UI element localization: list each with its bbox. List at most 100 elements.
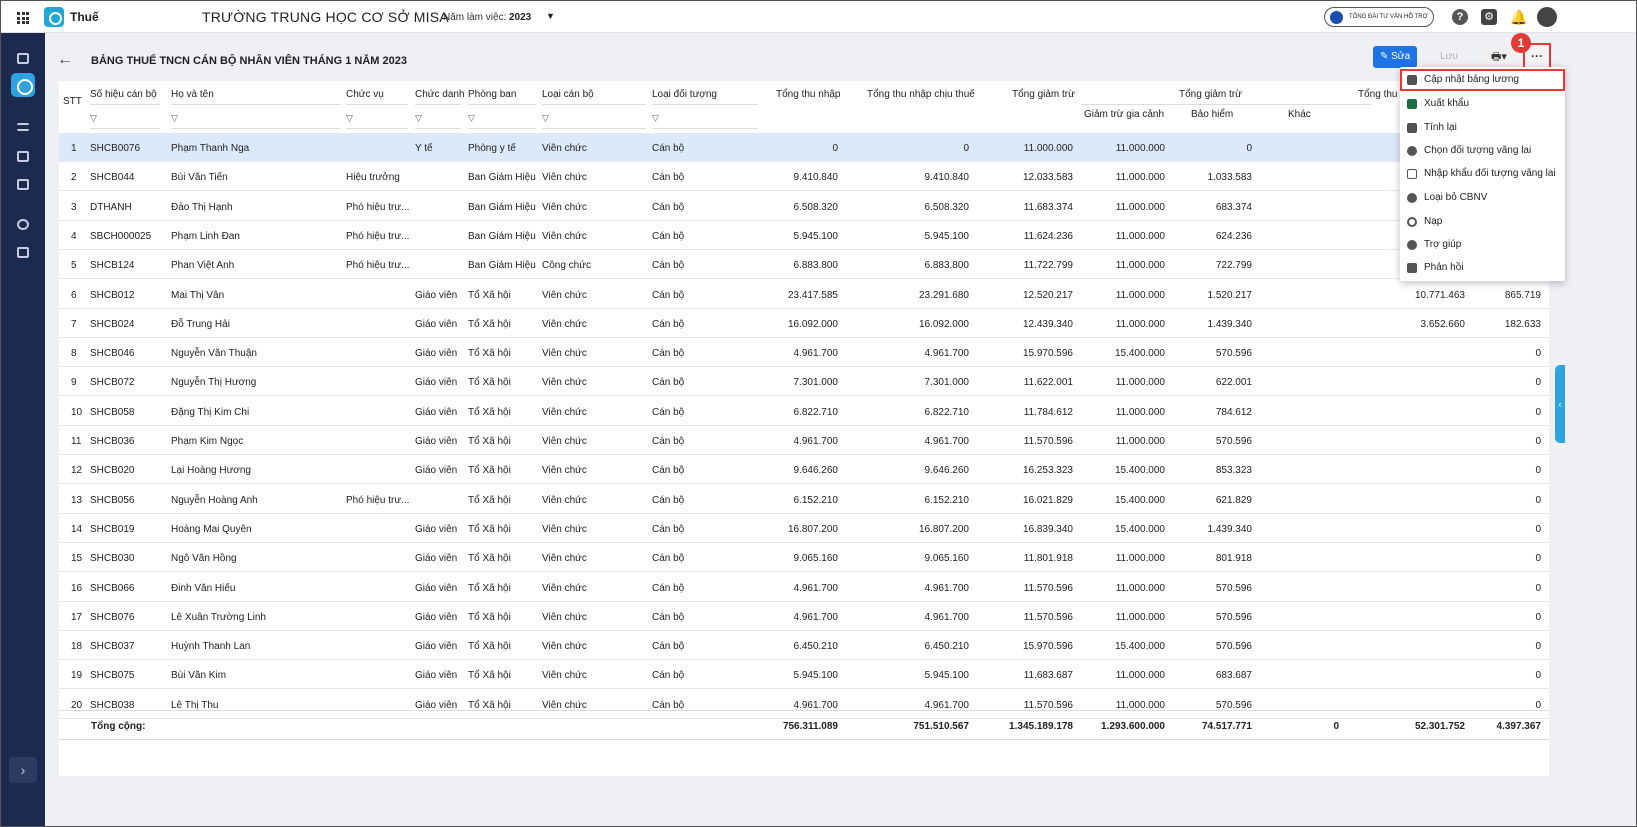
menu-item-update-payroll[interactable]: Cập nhật bảng lương [1400,69,1565,91]
calculator-icon [1407,123,1417,133]
cell-deduct: 11.622.001 [1023,377,1073,389]
expand-nav-button[interactable]: › [9,757,37,783]
cell-obj: Cán bộ [652,494,685,506]
table-row[interactable]: 10 SHCB058 Đặng Thị Kim Chi Giáo viên Tổ Xã … [59,397,1549,426]
filter-icon[interactable]: ▽ [415,113,422,124]
table-row[interactable]: 9 SHCB072 Nguyễn Thị Hương Giáo viên Tổ Xã h… [59,367,1549,397]
menu-label: Nạp [1424,216,1443,227]
import-icon [1407,169,1417,179]
header-other[interactable]: Khác [1288,109,1311,120]
totals-row: Tổng cộng: 756.311.089 751.510.567 1.345… [59,710,1549,740]
cube-icon[interactable] [17,247,29,258]
menu-item-select-casual[interactable]: Chọn đối tượng vãng lai [1400,140,1565,162]
cell-obj: Cán bộ [652,553,685,565]
table-row[interactable]: 19 SHCB075 Bùi Văn Kim Giáo viên Tổ Xã hội Vi… [59,660,1549,690]
filter-icon[interactable]: ▽ [171,113,178,124]
divider [90,104,160,105]
table-row[interactable]: 11 SHCB036 Phạm Kim Ngọc Giáo viên Tổ Xã hội… [59,426,1549,455]
header-tax-income[interactable]: Tổng thu n [1358,89,1406,100]
filter-icon[interactable]: ▽ [652,113,659,124]
cell-dept: Phòng y tế [468,143,516,154]
menu-item-export[interactable]: Xuất khẩu [1400,93,1565,115]
dashboard-icon[interactable] [17,53,29,64]
header-family[interactable]: Giảm trừ gia cảnh [1084,109,1164,120]
app-grid-icon[interactable] [17,12,29,24]
profile-icon[interactable] [17,151,29,162]
table-row[interactable]: 17 SHCB076 Lê Xuân Trường Linh Giáo viên Tổ … [59,602,1549,631]
cell-family: 11.000.000 [1115,670,1165,682]
header-deduct[interactable]: Tổng giảm trừ [1012,89,1075,100]
cell-ins: 622.001 [1215,377,1252,389]
cell-stt: 17 [71,611,83,623]
table-row[interactable]: 16 SHCB066 Đinh Văn Hiếu Giáo viên Tổ Xã hội… [59,573,1549,602]
cell-name: Đinh Văn Hiếu [171,582,236,594]
header-name[interactable]: Họ và tên [171,89,214,100]
menu-item-remove-staff[interactable]: Loại bỏ CBNV [1400,187,1565,209]
table-row[interactable]: 15 SHCB030 Ngô Văn Hồng Giáo viên Tổ Xã hội V… [59,543,1549,573]
avatar[interactable] [1537,7,1557,27]
table-row[interactable]: 18 SHCB037 Huỳnh Thanh Lan Giáo viên Tổ Xã h… [59,631,1549,661]
header-income[interactable]: Tổng thu nhập [776,89,841,100]
table-row[interactable]: 12 SHCB020 Lại Hoàng Hương Giáo viên Tổ Xã h… [59,455,1549,485]
cell-code: SHCB056 [90,494,135,506]
table-row[interactable]: 2 SHCB044 Bùi Văn Tiến Hiệu trưởng Ban Giám … [59,162,1549,192]
menu-item-reload[interactable]: Nạp [1400,211,1565,233]
menu-item-help[interactable]: Trợ giúp [1400,234,1565,256]
filter-icon[interactable]: ▽ [542,113,549,124]
cell-income: 5.945.100 [793,670,839,682]
gear-icon[interactable]: ⚙ [1481,9,1497,25]
filter-icon[interactable]: ▽ [346,113,353,124]
table-row[interactable]: 14 SHCB019 Hoàng Mai Quyên Giáo viên Tổ Xã h… [59,514,1549,543]
header-insurance[interactable]: Bảo hiểm [1191,109,1233,120]
chevron-down-icon[interactable]: ▼ [546,11,555,21]
edit-button[interactable]: ✎ Sửa [1373,46,1417,68]
header-title[interactable]: Chức danh [415,89,465,100]
list-icon[interactable] [17,123,29,131]
menu-item-feedback[interactable]: Phản hồi [1400,257,1565,279]
menu-item-recalculate[interactable]: Tính lại [1400,117,1565,139]
menu-item-import-casual[interactable]: Nhập khẩu đối tượng vãng lai [1400,163,1565,185]
cell-staff: Viên chức [542,172,587,184]
header-staff-type[interactable]: Loại cán bộ [542,89,594,100]
cell-tax: 0 [1535,670,1541,682]
total-deduct: 1.345.189.178 [1009,721,1073,732]
cell-code: SHCB036 [90,436,135,447]
collapse-panel-tab[interactable]: ‹ [1555,365,1565,443]
header-code[interactable]: Số hiệu cán bộ [90,89,157,100]
cell-income: 9.065.160 [793,553,839,565]
year-select[interactable]: 2023 [509,12,531,23]
table-row[interactable]: 7 SHCB024 Đỗ Trung Hải Giáo viên Tổ Xã hội Vi… [59,309,1549,338]
back-arrow-icon[interactable]: ← [57,51,73,69]
cell-taxable: 6.508.320 [924,201,970,213]
table-row[interactable]: 8 SHCB046 Nguyễn Văn Thuận Giáo viên Tổ Xã h… [59,338,1549,368]
cell-dept: Tổ Xã hội [468,670,511,682]
table-row[interactable]: 4 SBCH000025 Phạm Linh Đan Phó hiệu trư... B… [59,221,1549,250]
bell-icon[interactable]: 🔔 [1510,9,1527,25]
header-dept[interactable]: Phòng ban [468,89,516,100]
save-button[interactable]: Lưu [1425,46,1473,68]
total-taxable: 751.510.567 [913,721,969,732]
help-icon[interactable]: ? [1452,9,1468,25]
table-row[interactable]: 3 DTHANH Đào Thị Hạnh Phó hiệu trư... Ban Gi… [59,192,1549,221]
table-row[interactable]: 13 SHCB056 Nguyễn Hoàng Anh Phó hiệu trư...… [59,485,1549,514]
cell-taxable: 6.883.800 [924,260,970,272]
table-row[interactable]: 5 SHCB124 Phan Việt Anh Phó hiệu trư... Ban … [59,250,1549,280]
user-icon[interactable] [17,219,29,230]
filter-icon[interactable]: ▽ [90,113,97,124]
table-row[interactable]: 6 SHCB012 Mai Thị Vân Giáo viên Tổ Xã hội Viê… [59,280,1549,309]
cell-dept: Ban Giám Hiệu [468,260,536,272]
cell-dept: Tổ Xã hội [468,318,511,330]
filter-icon[interactable]: ▽ [468,113,475,124]
divider [542,128,646,129]
cell-obj: Cán bộ [652,582,685,594]
cell-code: SHCB030 [90,553,135,565]
header-taxable[interactable]: Tổng thu nhập chịu thuế [867,89,975,100]
tax-icon[interactable] [11,73,35,97]
cell-taxable: 9.410.840 [924,172,970,184]
table-row[interactable]: 1 SHCB0076 Phạm Thanh Nga Y tế Phòng y tế Viê… [59,133,1549,162]
header-position[interactable]: Chức vụ [346,89,384,100]
document-icon[interactable] [17,179,29,190]
header-object-type[interactable]: Loại đối tượng [652,89,717,100]
support-hotline-button[interactable]: TỔNG ĐÀI TƯ VẤN HỖ TRỢ [1324,7,1434,27]
cell-tax: 0 [1535,406,1541,418]
